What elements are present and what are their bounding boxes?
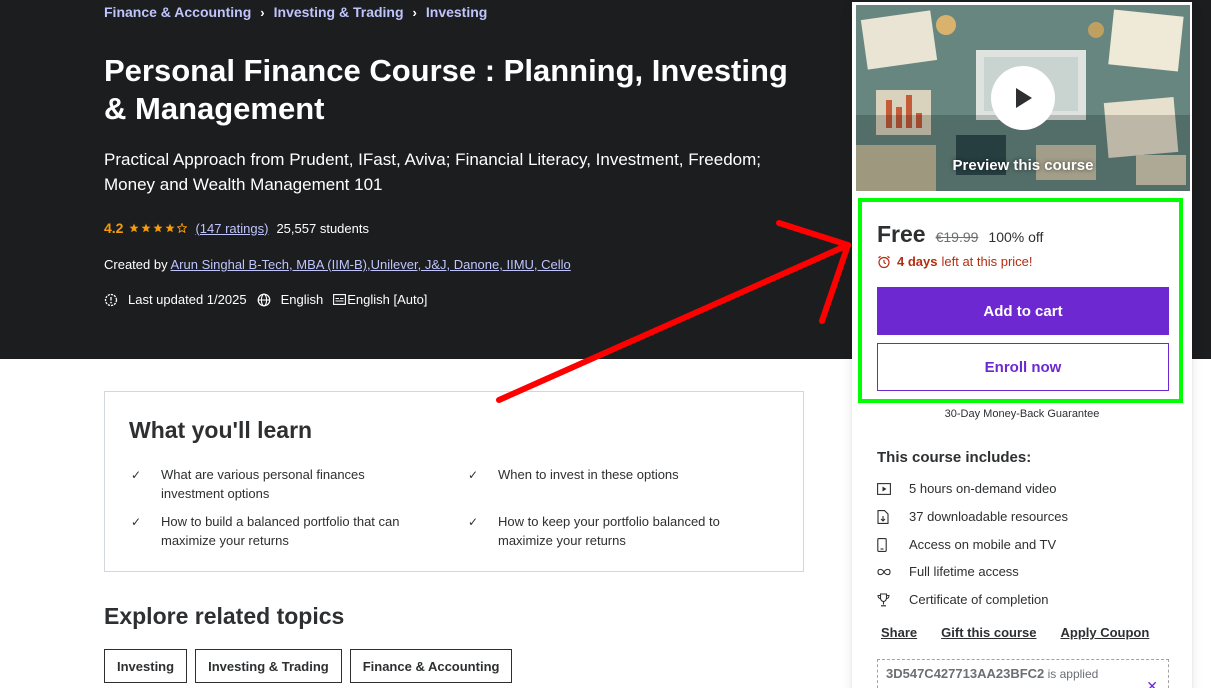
breadcrumb-item-investing-trading[interactable]: Investing & Trading [274, 4, 404, 20]
remove-coupon-icon[interactable]: ✕ [1146, 678, 1158, 688]
share-link[interactable]: Share [881, 625, 917, 640]
gift-course-link[interactable]: Gift this course [941, 625, 1036, 640]
money-back-guarantee: 30-Day Money-Back Guarantee [944, 408, 1100, 420]
learn-item-text: How to build a balanced portfolio that c… [161, 514, 400, 548]
includes-item: Full lifetime access [877, 564, 1019, 579]
created-by: Created by Arun Singhal B-Tech, MBA (IIM… [104, 257, 571, 272]
play-button[interactable] [991, 66, 1055, 130]
topic-button-investing[interactable]: Investing [104, 649, 188, 683]
chevron-right-icon: › [260, 4, 265, 20]
breadcrumb: Finance & Accounting › Investing & Tradi… [104, 4, 487, 20]
star-full-icon [153, 223, 163, 233]
course-title: Personal Finance Course : Planning, Inve… [104, 53, 788, 126]
includes-item: Access on mobile and TV [877, 537, 1056, 552]
video-icon [877, 482, 891, 495]
breadcrumb-item-investing[interactable]: Investing [426, 4, 487, 20]
breadcrumb-item-finance-accounting[interactable]: Finance & Accounting [104, 4, 251, 20]
includes-title: This course includes: [877, 449, 1032, 466]
check-icon: ✓ [131, 468, 142, 482]
learn-item: ✓ When to invest in these options [466, 465, 756, 485]
last-updated: Last updated 1/2025 [104, 292, 247, 307]
learn-title: What you'll learn [129, 417, 313, 443]
star-full-icon [129, 223, 139, 233]
explore-title: Explore related topics [104, 603, 345, 629]
star-full-icon [165, 223, 175, 233]
includes-item-text: 5 hours on-demand video [909, 481, 1057, 496]
check-icon: ✓ [468, 515, 479, 529]
includes-item-text: Certificate of completion [909, 592, 1049, 607]
learn-item: ✓ What are various personal finances inv… [129, 465, 419, 503]
captions: English [Auto] [333, 292, 427, 307]
includes-item-text: 37 downloadable resources [909, 509, 1068, 524]
file-download-icon [877, 509, 889, 524]
language: English [257, 292, 324, 307]
learn-item-text: How to keep your portfolio balanced to m… [498, 514, 720, 548]
includes-item: 37 downloadable resources [877, 509, 1068, 524]
ratings-count-link[interactable]: (147 ratings) [195, 221, 268, 236]
rating-value: 4.2 [104, 220, 124, 236]
learn-item: ✓ How to keep your portfolio balanced to… [466, 512, 756, 550]
check-icon: ✓ [468, 468, 479, 482]
language-text: English [280, 292, 324, 307]
trophy-icon [877, 592, 890, 606]
preview-label: Preview this course [952, 157, 1094, 174]
related-topics: Investing Investing & Trading Finance & … [104, 649, 520, 683]
globe-icon [257, 293, 270, 306]
created-by-label: Created by [104, 257, 168, 272]
star-full-icon [141, 223, 151, 233]
apply-coupon-link[interactable]: Apply Coupon [1061, 625, 1150, 640]
captions-text: English [Auto] [347, 292, 428, 307]
includes-item: Certificate of completion [877, 592, 1048, 607]
rating-row: 4.2 (147 ratings) 25,557 students [104, 220, 369, 236]
includes-item-text: Access on mobile and TV [909, 537, 1057, 552]
course-meta: Last updated 1/2025 English English [Aut… [104, 292, 437, 307]
coupon-status: is applied [1047, 667, 1099, 681]
learn-item-text: What are various personal finances inves… [161, 467, 365, 501]
sidebar-links: Share Gift this course Apply Coupon [881, 625, 1173, 640]
alert-badge-icon [104, 293, 118, 306]
chevron-right-icon: › [412, 4, 417, 20]
highlight-annotation-box [858, 198, 1183, 403]
includes-item-text: Full lifetime access [909, 564, 1019, 579]
closed-captions-icon [333, 294, 347, 305]
last-updated-text: Last updated 1/2025 [128, 292, 247, 307]
coupon-code: 3D547C427713AA23BFC2 [886, 666, 1045, 681]
star-empty-icon [177, 223, 188, 233]
instructor-link[interactable]: Arun Singhal B-Tech, MBA (IIM-B),Unileve… [171, 257, 571, 272]
students-count: 25,557 students [276, 220, 369, 236]
check-icon: ✓ [131, 515, 142, 529]
topic-button-finance-accounting[interactable]: Finance & Accounting [349, 649, 513, 683]
includes-item: 5 hours on-demand video [877, 481, 1056, 496]
learn-item-text: When to invest in these options [498, 467, 679, 482]
course-subtitle: Practical Approach from Prudent, IFast, … [104, 150, 761, 194]
infinity-icon [877, 568, 891, 575]
applied-coupon: 3D547C427713AA23BFC2 is applied ✕ [877, 659, 1169, 688]
course-preview[interactable]: Preview this course [856, 5, 1190, 191]
mobile-icon [877, 537, 887, 552]
learn-item: ✓ How to build a balanced portfolio that… [129, 512, 419, 550]
what-youll-learn: What you'll learn ✓ What are various per… [104, 391, 804, 572]
star-rating [129, 223, 189, 233]
topic-button-investing-trading[interactable]: Investing & Trading [195, 649, 342, 683]
play-icon [1016, 88, 1032, 108]
